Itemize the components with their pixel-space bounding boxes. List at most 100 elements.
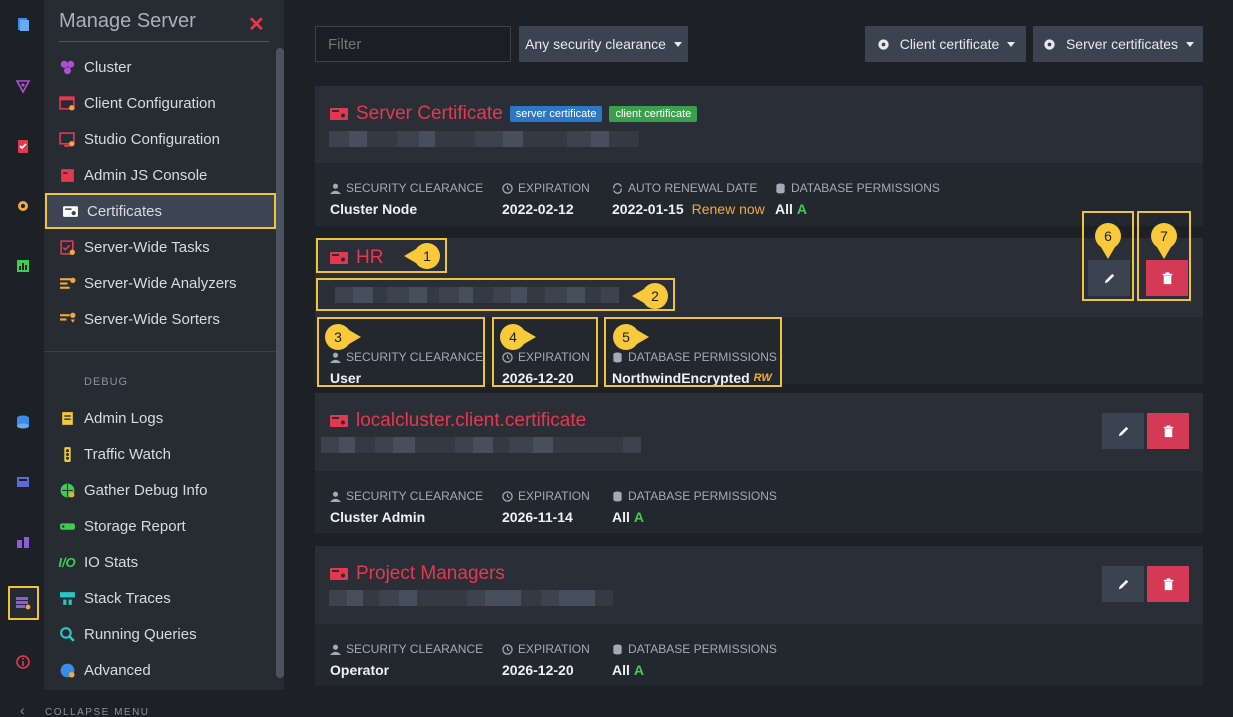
menu-item-label: Studio Configuration [84, 130, 220, 148]
menu-item-advanced[interactable]: Advanced [44, 652, 276, 688]
menu-item-storage-report[interactable]: Storage Report [44, 508, 276, 544]
highlight-thumbprint [316, 278, 675, 311]
caret-down-icon [1186, 41, 1195, 47]
marker-number: 7 [1160, 228, 1168, 244]
field-label: EXPIRATION [518, 642, 590, 656]
menu-item-admin-logs[interactable]: Admin Logs [44, 400, 276, 436]
certificate-thumbprint [321, 437, 641, 453]
settings-icon[interactable] [13, 196, 33, 216]
documents-icon[interactable] [13, 14, 33, 34]
field-value: All [775, 201, 793, 217]
field-value: Cluster Node [330, 201, 418, 217]
annotation-marker: 2 [632, 283, 668, 309]
auto-renewal-field: AUTO RENEWAL DATE 2022-01-15 Renew now [612, 181, 765, 217]
certificate-name-text: Project Managers [356, 563, 505, 584]
dashboard-icon[interactable] [13, 472, 33, 492]
server-wide-analyzers-icon [44, 275, 84, 292]
menu-item-admin-js-console[interactable]: Admin JS Console [44, 157, 276, 193]
marker-number: 1 [423, 248, 431, 264]
menu-title: Manage Server [59, 10, 269, 42]
field-label: EXPIRATION [518, 181, 590, 195]
database-icon [613, 643, 622, 655]
certificate-name-text: Server Certificate [356, 103, 503, 124]
field-label: DATABASE PERMISSIONS [628, 642, 777, 656]
menu-item-label: Certificates [87, 202, 163, 220]
pencil-icon [1118, 426, 1128, 436]
pencil-icon [1118, 579, 1128, 589]
traffic-watch-icon [44, 446, 84, 463]
server-wide-sorters-icon [44, 311, 84, 328]
filter-input[interactable] [315, 26, 511, 62]
client-certificate-button[interactable]: Client certificate [865, 26, 1026, 62]
annotation-marker: 7 [1151, 223, 1177, 259]
renew-now-link[interactable]: Renew now [692, 201, 765, 217]
menu-item-io-stats[interactable]: I/O IO Stats [44, 544, 276, 580]
menu-item-server-wide-tasks[interactable]: Server-Wide Tasks [44, 229, 276, 265]
field-value: 2026-12-20 [502, 662, 574, 678]
advanced-icon [44, 662, 84, 679]
certificates-page: Any security clearance Client certificat… [284, 0, 1233, 717]
menu-item-label: Cluster [84, 58, 132, 76]
certificate-icon [330, 108, 348, 120]
indexes-icon[interactable] [13, 76, 33, 96]
close-icon[interactable]: ✕ [248, 12, 265, 37]
clock-icon [502, 182, 513, 194]
database-permissions-field: DATABASE PERMISSIONS All A [775, 181, 940, 217]
cluster-dashboard-icon[interactable] [13, 532, 33, 552]
about-icon[interactable] [13, 652, 33, 672]
menu-item-certificates[interactable]: Certificates [45, 193, 276, 229]
field-label: DATABASE PERMISSIONS [628, 489, 777, 503]
field-label: EXPIRATION [518, 489, 590, 503]
menu-item-client-configuration[interactable]: Client Configuration [44, 85, 276, 121]
icon-rail [0, 0, 44, 717]
field-value: 2026-11-14 [502, 509, 573, 525]
menu-item-traffic-watch[interactable]: Traffic Watch [44, 436, 276, 472]
collapse-menu-label: COLLAPSE MENU [45, 707, 150, 717]
menu-item-gather-debug-info[interactable]: Gather Debug Info [44, 472, 276, 508]
field-label: DATABASE PERMISSIONS [791, 181, 940, 195]
field-label: SECURITY CLEARANCE [346, 489, 484, 503]
menu-item-label: Server-Wide Tasks [84, 238, 210, 256]
menu-item-label: Server-Wide Sorters [84, 310, 220, 328]
menu-item-cluster[interactable]: Cluster [44, 49, 276, 85]
collapse-menu-button[interactable]: ‹ COLLAPSE MENU [0, 690, 284, 717]
databases-icon[interactable] [13, 412, 33, 432]
menu-item-server-wide-sorters[interactable]: Server-Wide Sorters [44, 301, 276, 337]
annotation-marker: 5 [613, 324, 649, 350]
server-certificates-button[interactable]: Server certificates [1033, 26, 1203, 62]
running-queries-icon [44, 626, 84, 643]
menu-item-label: Gather Debug Info [84, 481, 208, 499]
menu-item-running-queries[interactable]: Running Queries [44, 616, 276, 652]
client-configuration-icon [44, 95, 84, 112]
annotation-marker: 4 [500, 324, 536, 350]
field-label: SECURITY CLEARANCE [346, 642, 484, 656]
delete-button[interactable] [1147, 566, 1189, 602]
security-clearance-dropdown[interactable]: Any security clearance [519, 26, 688, 62]
menu-scrollbar[interactable] [276, 48, 284, 678]
stack-traces-icon [44, 590, 84, 607]
clock-icon [502, 643, 513, 655]
user-icon [330, 183, 341, 194]
menu-item-stack-traces[interactable]: Stack Traces [44, 580, 276, 616]
manage-server-icon[interactable] [13, 593, 33, 613]
stats-icon[interactable] [13, 256, 33, 276]
menu-item-server-wide-analyzers[interactable]: Server-Wide Analyzers [44, 265, 276, 301]
admin-logs-icon [44, 410, 84, 427]
gear-icon [878, 38, 889, 50]
database-permissions-field: DATABASE PERMISSIONS All A [612, 642, 777, 678]
edit-button[interactable] [1102, 566, 1144, 602]
user-icon [330, 491, 341, 502]
permission-admin-icon: A [796, 201, 808, 217]
certificate-header [315, 546, 1203, 624]
tasks-icon[interactable] [13, 136, 33, 156]
certificate-card: localcluster.client.certificate SECURITY… [315, 393, 1203, 533]
edit-button[interactable] [1102, 413, 1144, 449]
gear-icon [1044, 38, 1055, 50]
security-clearance-field: SECURITY CLEARANCE Cluster Admin [330, 489, 483, 525]
caret-down-icon [1007, 41, 1016, 47]
delete-button[interactable] [1147, 413, 1189, 449]
server-certificate-badge: server certificate [509, 106, 603, 122]
client-certificate-badge: client certificate [609, 106, 698, 122]
menu-item-studio-configuration[interactable]: Studio Configuration [44, 121, 276, 157]
marker-number: 5 [622, 329, 630, 345]
